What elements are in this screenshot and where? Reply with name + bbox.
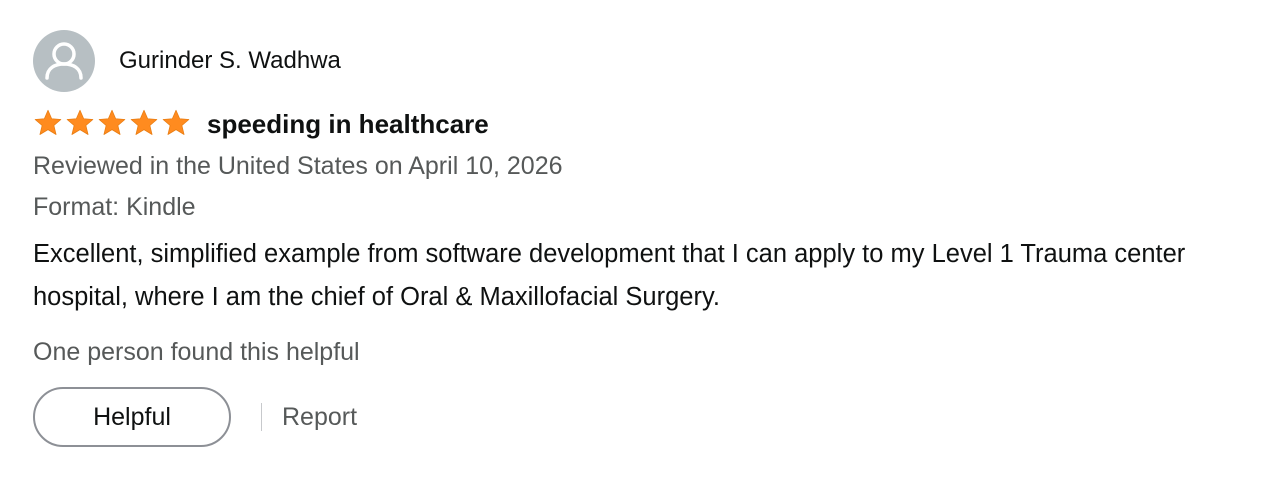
person-icon — [45, 42, 83, 80]
format-label: Format: Kindle — [33, 193, 196, 221]
star-icon — [130, 109, 158, 135]
customer-review: Gurinder S. Wadhwa speeding in healthcar… — [33, 30, 1263, 447]
review-body: Excellent, simplified example from softw… — [33, 240, 1186, 311]
rating-row: speeding in healthcare — [33, 105, 1263, 141]
star-icon — [66, 109, 94, 135]
star-rating[interactable] — [33, 108, 191, 138]
star-icon — [162, 109, 190, 135]
avatar[interactable] — [33, 30, 95, 92]
star-icon — [98, 109, 126, 135]
reviewer-profile[interactable]: Gurinder S. Wadhwa — [33, 30, 1263, 92]
review-date: Reviewed in the United States on April 1… — [33, 152, 563, 180]
helpful-count: One person found this helpful — [33, 338, 360, 366]
review-actions: Helpful Report — [33, 387, 1263, 447]
reviewer-name[interactable]: Gurinder S. Wadhwa — [119, 49, 341, 73]
star-icon — [34, 109, 62, 135]
report-link[interactable]: Report — [282, 403, 357, 432]
helpful-button[interactable]: Helpful — [33, 387, 231, 447]
review-title[interactable]: speeding in healthcare — [207, 111, 489, 137]
action-divider — [261, 403, 262, 431]
